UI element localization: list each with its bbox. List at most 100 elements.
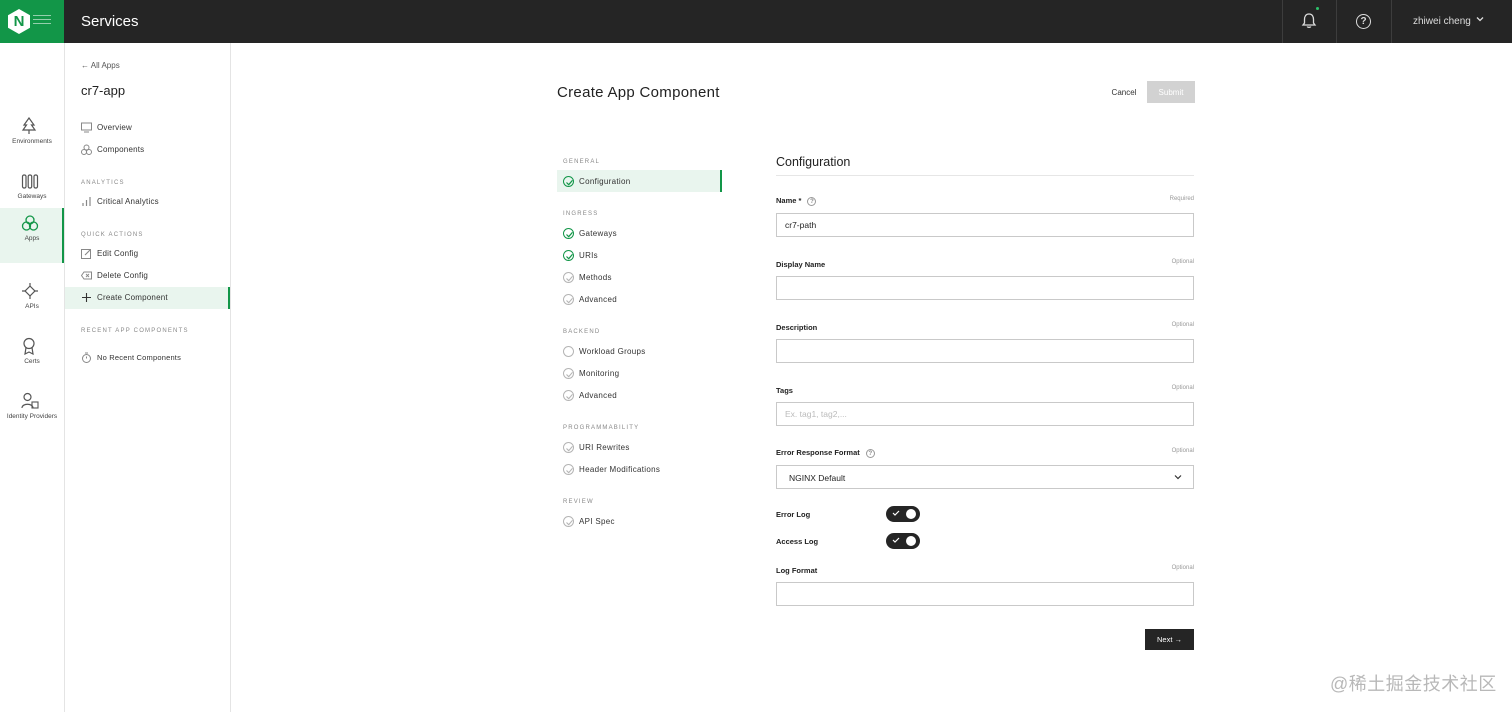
error-response-format-optional-note: Optional — [1171, 448, 1194, 454]
rail-item-identity-providers[interactable]: Identity Providers — [0, 386, 64, 441]
access-log-toggle[interactable] — [886, 533, 920, 549]
display-name-label: Display Name — [776, 260, 826, 269]
description-optional-note: Optional — [1171, 322, 1194, 328]
step-backend-advanced[interactable]: Advanced — [557, 384, 722, 406]
app-name: cr7-app — [81, 83, 126, 98]
plus-icon — [82, 293, 91, 302]
watermark: @稀土掘金技术社区 — [1330, 674, 1497, 694]
edit-icon — [81, 249, 91, 259]
submit-button[interactable]: Submit — [1147, 81, 1195, 103]
nginx-logo[interactable]: N — [0, 0, 64, 43]
step-configuration[interactable]: Configuration — [557, 170, 722, 192]
recent-heading: RECENT APP COMPONENTS — [81, 328, 189, 334]
cancel-button[interactable]: Cancel — [1104, 82, 1144, 103]
toggle-knob — [906, 509, 916, 519]
check-circle-icon — [563, 516, 574, 527]
rail-item-apps[interactable]: Apps — [0, 208, 64, 263]
help-circle-icon[interactable]: ? — [865, 448, 875, 458]
log-format-input[interactable] — [776, 582, 1194, 606]
divider — [776, 175, 1194, 176]
step-api-spec[interactable]: API Spec — [557, 510, 722, 532]
step-ingress-advanced[interactable]: Advanced — [557, 288, 722, 310]
nginx-hex-icon: N — [8, 9, 30, 34]
api-icon — [22, 283, 38, 299]
sidebar-item-delete-config[interactable]: Delete Config — [65, 265, 230, 287]
step-group-review: REVIEW — [563, 499, 594, 505]
name-label: Name *? — [776, 196, 817, 206]
sidebar-item-critical-analytics[interactable]: Critical Analytics — [65, 191, 230, 213]
stopwatch-icon — [82, 352, 91, 363]
empty-circle-icon — [563, 346, 574, 357]
apps-icon — [21, 215, 39, 231]
error-response-format-label: Error Response Format? — [776, 448, 875, 458]
help-icon[interactable]: ? — [1356, 14, 1371, 29]
tree-icon — [21, 117, 37, 134]
sidebar-item-edit-config[interactable]: Edit Config — [65, 243, 230, 265]
step-group-general: GENERAL — [563, 159, 601, 165]
access-log-label: Access Log — [776, 537, 819, 546]
monitor-icon — [81, 122, 92, 133]
recent-components-empty: No Recent Components — [65, 347, 230, 369]
description-label: Description — [776, 323, 818, 332]
notification-dot — [1316, 7, 1319, 10]
check-circle-icon — [563, 442, 574, 453]
help-circle-icon[interactable]: ? — [807, 196, 817, 206]
check-circle-icon — [563, 390, 574, 401]
step-uri-rewrites[interactable]: URI Rewrites — [557, 436, 722, 458]
bell-icon[interactable] — [1300, 12, 1318, 30]
toggle-knob — [906, 536, 916, 546]
icon-rail: Environments Gateways Apps APIs Certs Id… — [0, 43, 65, 712]
error-response-format-select[interactable]: NGINX Default — [776, 465, 1194, 489]
sidebar-item-overview[interactable]: Overview — [65, 117, 230, 139]
quick-actions-heading: QUICK ACTIONS — [81, 232, 144, 238]
step-header-modifications[interactable]: Header Modifications — [557, 458, 722, 480]
name-required-note: Required — [1169, 196, 1194, 202]
name-input[interactable] — [776, 213, 1194, 237]
next-button[interactable]: Next → — [1145, 629, 1194, 650]
user-key-icon — [21, 392, 39, 409]
bar-chart-icon — [82, 197, 91, 206]
tags-input[interactable] — [776, 402, 1194, 426]
step-group-backend: BACKEND — [563, 329, 601, 335]
step-workload-groups[interactable]: Workload Groups — [557, 340, 722, 362]
display-name-optional-note: Optional — [1171, 259, 1194, 265]
tags-optional-note: Optional — [1171, 385, 1194, 391]
tags-label: Tags — [776, 386, 793, 395]
sidebar-item-components[interactable]: Components — [65, 139, 230, 161]
app-sidebar: ← All Apps cr7-app Overview Components A… — [65, 43, 231, 712]
step-gateways[interactable]: Gateways — [557, 222, 722, 244]
step-uris[interactable]: URIs — [557, 244, 722, 266]
rail-item-environments[interactable]: Environments — [0, 111, 64, 166]
award-icon — [23, 337, 35, 355]
backspace-icon — [81, 271, 92, 280]
menu-lines-icon — [33, 15, 51, 27]
display-name-input[interactable] — [776, 276, 1194, 300]
step-group-programmability: PROGRAMMABILITY — [563, 425, 640, 431]
check-circle-icon — [563, 368, 574, 379]
sidebar-item-create-component[interactable]: Create Component — [65, 287, 230, 309]
description-input[interactable] — [776, 339, 1194, 363]
page-title: Create App Component — [557, 84, 720, 101]
back-link[interactable]: ← All Apps — [81, 61, 120, 70]
rail-item-apis[interactable]: APIs — [0, 276, 64, 331]
step-monitoring[interactable]: Monitoring — [557, 362, 722, 384]
error-log-label: Error Log — [776, 510, 811, 519]
chevron-down-icon[interactable] — [1475, 14, 1485, 24]
components-icon — [81, 144, 92, 155]
analytics-heading: ANALYTICS — [81, 180, 125, 186]
arrow-left-icon: ← — [81, 61, 89, 70]
gateway-icon — [21, 174, 39, 189]
log-format-optional-note: Optional — [1171, 565, 1194, 571]
form-section-title: Configuration — [776, 155, 851, 169]
check-circle-icon — [563, 250, 574, 261]
check-circle-icon — [563, 176, 574, 187]
step-group-ingress: INGRESS — [563, 211, 599, 217]
section-title: Services — [81, 13, 139, 30]
check-circle-icon — [563, 294, 574, 305]
rail-item-certs[interactable]: Certs — [0, 331, 64, 386]
log-format-label: Log Format — [776, 566, 818, 575]
error-log-toggle[interactable] — [886, 506, 920, 522]
check-circle-icon — [563, 272, 574, 283]
user-menu-name[interactable]: zhiwei cheng — [1413, 16, 1471, 27]
step-methods[interactable]: Methods — [557, 266, 722, 288]
